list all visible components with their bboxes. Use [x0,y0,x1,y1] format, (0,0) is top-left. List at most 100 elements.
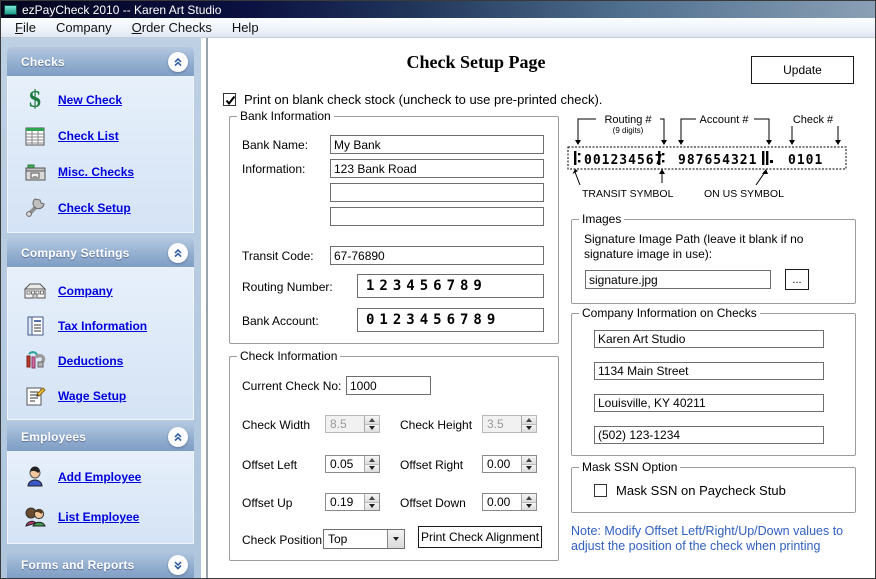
signature-path-input[interactable] [585,270,771,289]
svg-text:ON US SYMBOL: ON US SYMBOL [704,188,784,200]
spin-down-button[interactable] [365,465,379,473]
check-position-label: Check Position [242,533,322,547]
chevron-up-icon [172,431,184,443]
bank-name-input[interactable] [330,135,544,154]
transit-code-input[interactable] [330,246,544,265]
spin-up-button[interactable] [522,456,536,465]
collapse-button[interactable] [168,52,188,72]
sidebar-panel-forms-and-reports: Forms and Reports [7,550,194,579]
app-icon [4,5,17,15]
menu-help[interactable]: Help [222,19,269,36]
information-input-2[interactable] [330,183,544,202]
combo-arrow-icon[interactable] [387,530,404,548]
bank-name-label: Bank Name: [242,138,308,152]
svg-text:Routing #: Routing # [604,114,652,126]
company-city-input[interactable] [594,394,824,412]
sidebar-panel-company-settings: Company Settings Company Tax Information [7,238,194,420]
chevron-up-icon [172,247,184,259]
sidebar-item-tax-information[interactable]: Tax Information [12,308,189,343]
sidebar-panel-checks: Checks $ New Check Check List [7,47,194,233]
panel-title: Employees [21,430,86,444]
spin-down-button[interactable] [522,465,536,473]
svg-text:001234567: 001234567 [584,153,663,168]
update-button[interactable]: Update [751,56,854,84]
company-phone-input[interactable] [594,426,824,444]
spin-up-icon [522,416,536,425]
mask-ssn-checkbox[interactable] [594,484,607,497]
check-mark-icon [225,95,236,106]
menu-order-checks[interactable]: Order Checks [122,19,222,36]
browse-button[interactable]: ... [785,269,809,290]
panel-title: Checks [21,55,65,69]
svg-text:0101: 0101 [788,153,823,168]
sidebar: Checks $ New Check Check List [1,38,201,579]
group-title: Bank Information [237,109,334,123]
panel-header-company-settings[interactable]: Company Settings [7,238,194,267]
sidebar-item-list-employee[interactable]: List Employee [12,497,189,537]
panel-header-forms-and-reports[interactable]: Forms and Reports [7,550,194,579]
current-check-no-label: Current Check No: [242,379,341,393]
information-input-3[interactable] [330,207,544,226]
sidebar-item-new-check[interactable]: $ New Check [12,82,189,118]
spin-up-icon [365,416,379,425]
sidebar-item-check-list[interactable]: Check List [12,118,189,154]
sidebar-item-check-setup[interactable]: Check Setup [12,190,189,226]
panel-header-checks[interactable]: Checks [7,47,194,76]
sidebar-item-deductions[interactable]: Deductions [12,343,189,378]
check-position-select[interactable]: Top [323,529,405,549]
mask-ssn-group: Mask SSN Option Mask SSN on Paycheck Stu… [571,467,856,513]
transit-code-label: Transit Code: [242,249,314,263]
routing-number-input[interactable] [357,274,544,298]
information-input-1[interactable] [330,159,544,178]
spin-down-icon [365,425,379,433]
print-blank-check-label: Print on blank check stock (uncheck to u… [244,92,602,107]
menu-company[interactable]: Company [46,19,122,36]
check-height-label: Check Height [400,418,472,432]
spin-down-button[interactable] [522,503,536,511]
check-setup-icon [12,196,58,220]
offset-up-spinner[interactable]: 0.19 [325,493,380,511]
spin-up-button[interactable] [522,494,536,503]
check-height-spinner: 3.5 [482,415,537,433]
main-content: Check Setup Page Update Print on blank c… [206,38,875,578]
spin-down-button[interactable] [365,503,379,511]
panel-title: Forms and Reports [21,558,134,572]
sidebar-item-misc-checks[interactable]: Misc. Checks [12,154,189,190]
offset-note: Note: Modify Offset Left/Right/Up/Down v… [571,524,871,554]
window-title: ezPayCheck 2010 -- Karen Art Studio [22,3,221,17]
offset-down-spinner[interactable]: 0.00 [482,493,537,511]
chevron-down-icon [172,559,184,571]
check-width-label: Check Width [242,418,310,432]
expand-button[interactable] [168,555,188,575]
micr-sample-image: Routing # (9 digits) Account # Check # [566,113,858,205]
sidebar-item-company[interactable]: Company [12,273,189,308]
check-list-icon [12,124,58,148]
svg-text:TRANSIT SYMBOL: TRANSIT SYMBOL [582,188,674,200]
svg-text:Check #: Check # [793,114,834,126]
current-check-no-input[interactable] [346,376,431,395]
collapse-button[interactable] [168,427,188,447]
company-street-input[interactable] [594,362,824,380]
offset-right-spinner[interactable]: 0.00 [482,455,537,473]
tax-information-icon [12,314,58,338]
offset-left-spinner[interactable]: 0.05 [325,455,380,473]
signature-path-label: Signature Image Path (leave it blank if … [584,232,834,262]
panel-body: Add Employee List Employee [7,451,194,544]
list-employee-icon [12,505,58,529]
title-bar: ezPayCheck 2010 -- Karen Art Studio [1,1,875,18]
dollar-icon: $ [12,87,58,114]
panel-header-employees[interactable]: Employees [7,422,194,451]
offset-left-label: Offset Left [242,458,297,472]
menu-file[interactable]: File [5,19,46,36]
sidebar-item-add-employee[interactable]: Add Employee [12,457,189,497]
spin-up-button[interactable] [365,456,379,465]
offset-right-label: Offset Right [400,458,463,472]
images-group: Images Signature Image Path (leave it bl… [571,219,856,304]
bank-account-input[interactable] [357,308,544,332]
collapse-button[interactable] [168,243,188,263]
sidebar-item-wage-setup[interactable]: Wage Setup [12,378,189,413]
print-blank-check-checkbox[interactable] [223,93,236,106]
print-check-alignment-button[interactable]: Print Check Alignment [418,526,542,548]
company-name-input[interactable] [594,330,824,348]
spin-up-button[interactable] [365,494,379,503]
